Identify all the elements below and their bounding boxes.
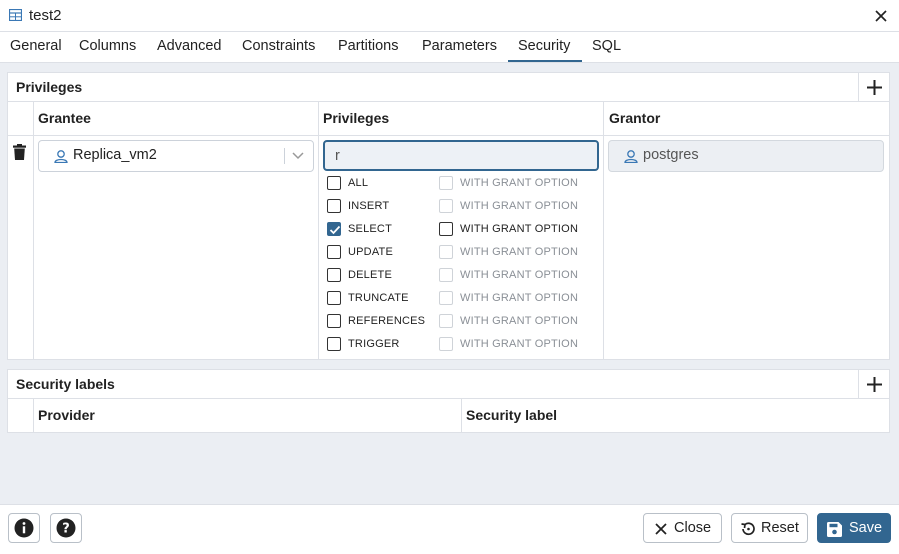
close-icon [655, 523, 667, 535]
privileges-panel-title: Privileges [16, 79, 83, 95]
save-button-label: Save [849, 520, 883, 536]
tab-parameters[interactable]: Parameters [412, 32, 507, 62]
add-privilege-button[interactable] [858, 73, 889, 102]
grant-option-label-all: WITH GRANT OPTION [460, 177, 579, 189]
privilege-label-truncate: TRUNCATE [348, 292, 409, 304]
grantor-field: postgres [608, 140, 884, 172]
grant-option-checkbox-select[interactable] [439, 222, 453, 236]
grant-option-label-insert: WITH GRANT OPTION [460, 200, 579, 212]
tab-advanced[interactable]: Advanced [147, 32, 232, 62]
privileges-panel-header: Privileges [8, 73, 889, 102]
chevron-down-icon[interactable] [292, 152, 304, 160]
privilege-filter-input[interactable]: r [323, 140, 599, 171]
privilege-label-update: UPDATE [348, 246, 394, 258]
column-header-grantor: Grantor [609, 110, 661, 126]
privilege-checkbox-update[interactable] [327, 245, 341, 259]
tab-columns[interactable]: Columns [69, 32, 146, 62]
grant-option-label-truncate: WITH GRANT OPTION [460, 292, 579, 304]
tab-constraints[interactable]: Constraints [232, 32, 325, 62]
column-header-security-label: Security label [466, 407, 558, 423]
grant-option-label-delete: WITH GRANT OPTION [460, 269, 579, 281]
grid-divider [461, 399, 462, 432]
privilege-label-references: REFERENCES [348, 315, 426, 327]
grantor-value: postgres [643, 147, 699, 163]
grid-divider [603, 102, 604, 359]
grid-header-divider [8, 135, 889, 136]
privilege-label-insert: INSERT [348, 200, 390, 212]
security-labels-panel-title: Security labels [16, 376, 115, 392]
dialog-titlebar: test2 [0, 0, 899, 32]
privilege-label-select: SELECT [348, 223, 392, 235]
grant-option-label-trigger: WITH GRANT OPTION [460, 338, 579, 350]
reset-button-label: Reset [761, 520, 799, 536]
info-button[interactable] [8, 513, 40, 543]
privilege-checkbox-insert[interactable] [327, 199, 341, 213]
privilege-label-trigger: TRIGGER [348, 338, 400, 350]
svg-text:?: ? [62, 522, 70, 537]
tab-sql[interactable]: SQL [582, 32, 631, 62]
grid-divider [318, 102, 319, 359]
table-icon [9, 9, 22, 21]
user-icon [624, 150, 638, 163]
privilege-label-all: ALL [348, 177, 369, 189]
question-icon: ? [56, 518, 76, 538]
grid-divider [33, 102, 34, 359]
column-header-grantee: Grantee [38, 110, 91, 126]
grant-option-checkbox-truncate[interactable] [439, 291, 453, 305]
privilege-checkbox-delete[interactable] [327, 268, 341, 282]
add-security-label-button[interactable] [858, 370, 889, 399]
grant-option-checkbox-references[interactable] [439, 314, 453, 328]
privilege-checkbox-select[interactable] [327, 222, 341, 236]
grid-divider [33, 399, 34, 432]
column-header-provider: Provider [38, 407, 95, 423]
privilege-filter-value: r [335, 148, 340, 164]
tab-partitions[interactable]: Partitions [328, 32, 408, 62]
save-button[interactable]: Save [817, 513, 891, 543]
reset-button[interactable]: Reset [731, 513, 808, 543]
select-separator [284, 148, 285, 164]
tab-security[interactable]: Security [508, 32, 582, 62]
grant-option-checkbox-insert[interactable] [439, 199, 453, 213]
grant-option-label-references: WITH GRANT OPTION [460, 315, 579, 327]
plus-icon [867, 80, 882, 95]
save-icon [827, 522, 842, 537]
close-button[interactable]: Close [643, 513, 722, 543]
grant-option-checkbox-all[interactable] [439, 176, 453, 190]
grant-option-label-update: WITH GRANT OPTION [460, 246, 579, 258]
grant-option-checkbox-update[interactable] [439, 245, 453, 259]
user-icon [54, 150, 68, 163]
grant-option-checkbox-delete[interactable] [439, 268, 453, 282]
privilege-checkbox-trigger[interactable] [327, 337, 341, 351]
tab-general[interactable]: General [0, 32, 72, 62]
security-labels-panel: Security labels [7, 369, 890, 433]
privilege-checkbox-truncate[interactable] [327, 291, 341, 305]
info-icon [14, 518, 34, 538]
grant-option-label-select: WITH GRANT OPTION [460, 223, 579, 235]
column-header-privileges: Privileges [323, 110, 390, 126]
grant-option-checkbox-trigger[interactable] [439, 337, 453, 351]
dialog-title: test2 [29, 7, 62, 24]
trash-icon[interactable] [13, 144, 26, 160]
close-icon[interactable] [873, 8, 889, 24]
help-button[interactable]: ? [50, 513, 82, 543]
privilege-label-delete: DELETE [348, 269, 392, 281]
security-labels-panel-header: Security labels [8, 370, 889, 399]
close-button-label: Close [674, 520, 712, 536]
checkmark-icon [329, 225, 341, 235]
plus-icon [867, 377, 882, 392]
privilege-checkbox-references[interactable] [327, 314, 341, 328]
grantee-value: Replica_vm2 [73, 147, 157, 163]
grantee-select[interactable]: Replica_vm2 [38, 140, 314, 172]
reset-icon [741, 522, 755, 536]
privilege-checkbox-all[interactable] [327, 176, 341, 190]
dialog-footer: ? Close Reset Save [0, 504, 899, 554]
tab-bar: General Columns Advanced Constraints Par… [0, 32, 899, 63]
